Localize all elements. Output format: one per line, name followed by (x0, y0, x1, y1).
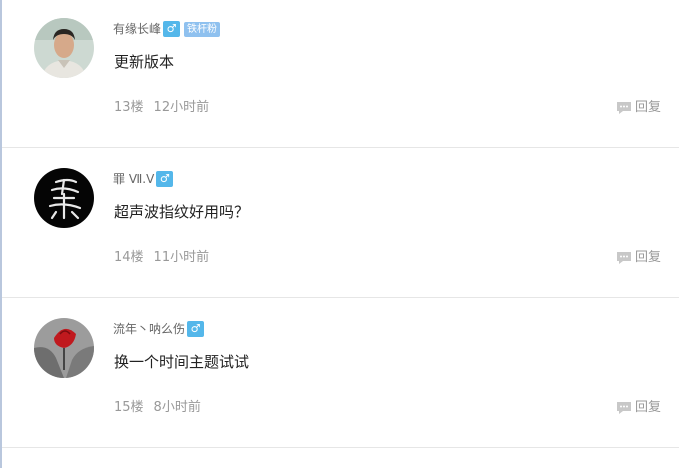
post-time: 12小时前 (153, 100, 210, 115)
comment-footer: 13楼 12小时前 (114, 99, 209, 117)
comment-item: 流年丶呐么伤 ♂ 换一个时间主题试试 15楼 8小时前 回复 (2, 298, 679, 448)
post-time: 11小时前 (153, 250, 210, 265)
username[interactable]: 流年丶呐么伤 (113, 320, 185, 338)
reply-bubble-icon (616, 402, 631, 414)
male-gender-icon: ♂ (156, 171, 174, 187)
avatar[interactable] (34, 318, 94, 378)
reply-button[interactable]: 回复 (616, 399, 661, 417)
comment-item: 有缘长峰 ♂ 铁杆粉 更新版本 13楼 12小时前 回复 (2, 0, 679, 148)
floor-number: 14楼 (114, 250, 144, 265)
user-meta: 流年丶呐么伤 ♂ (113, 320, 205, 338)
reply-bubble-icon (616, 252, 631, 264)
reply-label: 回复 (634, 250, 661, 265)
reply-bubble-icon (616, 102, 631, 114)
user-meta: 有缘长峰 ♂ 铁杆粉 (113, 20, 221, 38)
male-gender-icon: ♂ (163, 21, 181, 37)
comment-list: 有缘长峰 ♂ 铁杆粉 更新版本 13楼 12小时前 回复 罪 Ⅶ.Ⅴ ♂ 超声波… (0, 0, 679, 468)
avatar[interactable] (34, 168, 94, 228)
floor-number: 15楼 (114, 400, 144, 415)
male-gender-icon: ♂ (187, 321, 205, 337)
comment-text: 更新版本 (114, 53, 175, 71)
username[interactable]: 罪 Ⅶ.Ⅴ (113, 170, 154, 188)
comment-footer: 15楼 8小时前 (114, 399, 201, 417)
comment-footer: 14楼 11小时前 (114, 249, 209, 267)
post-time: 8小时前 (153, 400, 201, 415)
reply-label: 回复 (634, 400, 661, 415)
comment-text: 超声波指纹好用吗？ (114, 203, 250, 221)
reply-button[interactable]: 回复 (616, 249, 661, 267)
user-meta: 罪 Ⅶ.Ⅴ ♂ (113, 170, 174, 188)
username[interactable]: 有缘长峰 (113, 20, 161, 38)
comment-text: 换一个时间主题试试 (114, 353, 250, 371)
floor-number: 13楼 (114, 100, 144, 115)
avatar[interactable] (34, 18, 94, 78)
fan-level-badge: 铁杆粉 (184, 21, 221, 37)
comment-item: 罪 Ⅶ.Ⅴ ♂ 超声波指纹好用吗？ 14楼 11小时前 回复 (2, 148, 679, 298)
reply-label: 回复 (634, 100, 661, 115)
reply-button[interactable]: 回复 (616, 99, 661, 117)
